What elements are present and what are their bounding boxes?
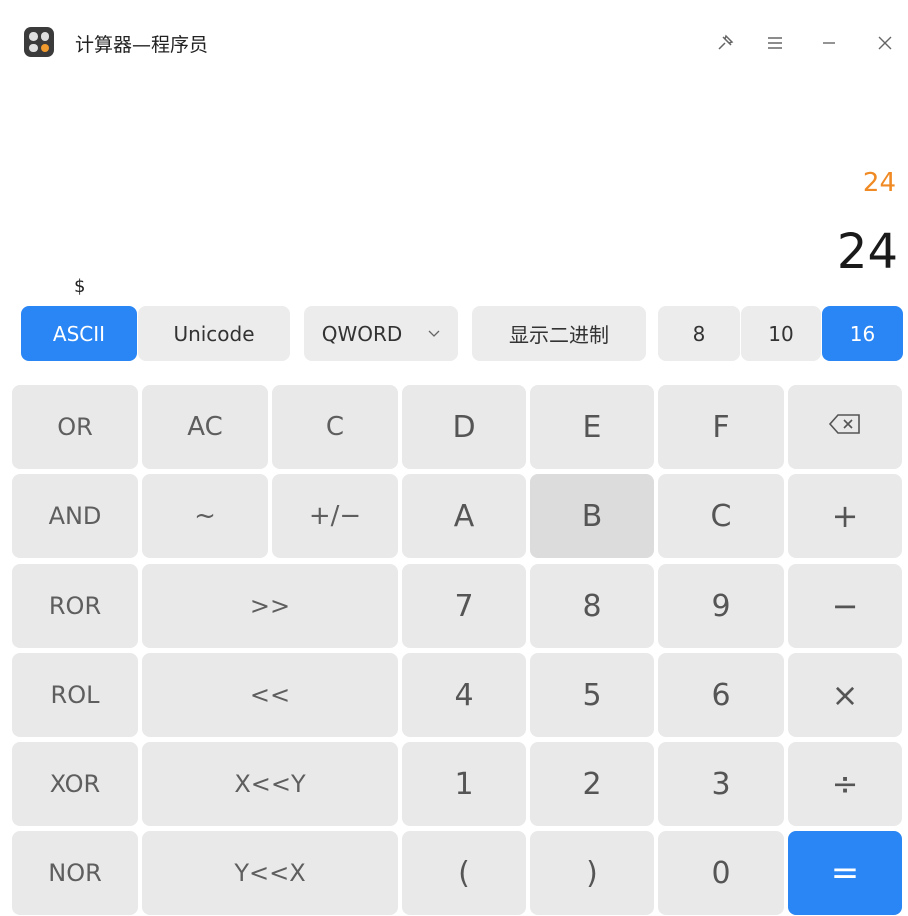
hex-c-key[interactable]: C [658,474,784,558]
word-size-select[interactable]: QWORD [304,306,458,361]
or-key[interactable]: OR [12,385,138,469]
digit-0-key[interactable]: 0 [658,831,784,915]
ror-key[interactable]: ROR [12,564,138,648]
rol-key[interactable]: ROL [12,653,138,737]
equals-key[interactable]: = [788,831,902,915]
hex-d-key[interactable]: D [402,385,526,469]
shift-right-key[interactable]: >> [142,564,398,648]
base-8-button[interactable]: 8 [658,306,740,361]
x-shl-y-key[interactable]: X<<Y [142,742,398,826]
minus-key[interactable]: − [788,564,902,648]
show-binary-button[interactable]: 显示二进制 [472,306,646,361]
title-bar: 计算器—程序员 [0,0,908,86]
xor-key[interactable]: XOR [12,742,138,826]
ascii-char-display: $ [74,276,86,297]
digit-6-key[interactable]: 6 [658,653,784,737]
base-16-button[interactable]: 16 [822,306,903,361]
hex-f-key[interactable]: F [658,385,784,469]
negate-key[interactable]: +/− [272,474,398,558]
menu-icon[interactable] [760,28,790,58]
and-key[interactable]: AND [12,474,138,558]
backspace-key[interactable] [788,385,902,469]
digit-7-key[interactable]: 7 [402,564,526,648]
hex-a-key[interactable]: A [402,474,526,558]
left-paren-key[interactable]: ( [402,831,526,915]
ascii-button[interactable]: ASCII [21,306,137,361]
digit-4-key[interactable]: 4 [402,653,526,737]
right-paren-key[interactable]: ) [530,831,654,915]
hex-b-key[interactable]: B [530,474,654,558]
multiply-key[interactable]: × [788,653,902,737]
backspace-icon [828,412,862,442]
unicode-button[interactable]: Unicode [138,306,290,361]
digit-1-key[interactable]: 1 [402,742,526,826]
digit-2-key[interactable]: 2 [530,742,654,826]
shift-left-key[interactable]: << [142,653,398,737]
chevron-down-icon [428,326,440,342]
all-clear-key[interactable]: AC [142,385,268,469]
divide-key[interactable]: ÷ [788,742,902,826]
result-display: 24 [836,224,898,280]
digit-5-key[interactable]: 5 [530,653,654,737]
digit-8-key[interactable]: 8 [530,564,654,648]
digit-9-key[interactable]: 9 [658,564,784,648]
minimize-icon[interactable] [814,28,844,58]
display-area: 24 24 $ [0,86,908,300]
window-title: 计算器—程序员 [75,34,209,56]
nor-key[interactable]: NOR [12,831,138,915]
word-size-label: QWORD [321,321,403,346]
hex-e-key[interactable]: E [530,385,654,469]
not-key[interactable]: ~ [142,474,268,558]
calculator-app-icon [24,27,54,57]
digit-3-key[interactable]: 3 [658,742,784,826]
clear-key[interactable]: C [272,385,398,469]
close-icon[interactable] [870,28,900,58]
expression-display: 24 [862,168,896,198]
pin-icon[interactable] [710,28,740,58]
plus-key[interactable]: + [788,474,902,558]
base-10-button[interactable]: 10 [741,306,821,361]
y-shl-x-key[interactable]: Y<<X [142,831,398,915]
